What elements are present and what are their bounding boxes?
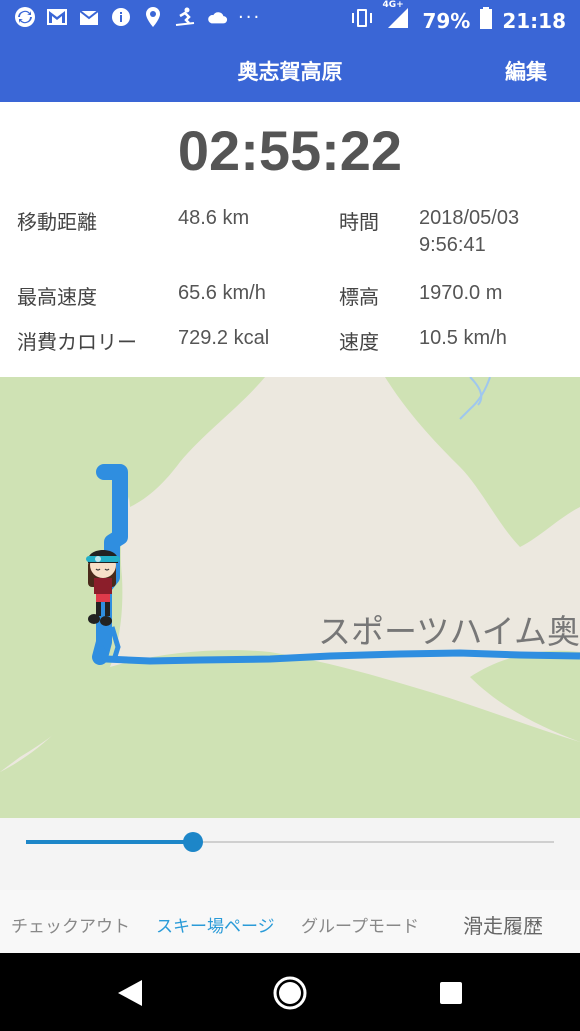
time-value-clock: 9:56:41 — [419, 234, 486, 256]
calories-label: 消費カロリー — [17, 330, 137, 354]
location-icon — [142, 6, 164, 28]
calories-value: 729.2 kcal — [178, 327, 270, 349]
track-map[interactable] — [0, 377, 580, 818]
distance-value: 48.6 km — [178, 207, 250, 229]
max-speed-value: 65.6 km/h — [178, 282, 266, 304]
system-nav-bar — [0, 953, 580, 1031]
tab-group-mode[interactable]: グループモード — [301, 912, 419, 937]
mail-icon — [78, 6, 100, 28]
map-canvas — [0, 377, 580, 818]
recents-icon[interactable] — [433, 975, 469, 1011]
max-speed-label: 最高速度 — [17, 285, 97, 309]
map-forest-area — [385, 377, 580, 547]
playback-slider-thumb[interactable] — [183, 832, 203, 852]
distance-label: 移動距離 — [17, 210, 97, 234]
ski-icon — [174, 6, 196, 28]
tab-ski-history[interactable]: 滑走履歴 — [463, 910, 543, 939]
time-value-date: 2018/05/03 — [419, 207, 520, 229]
altitude-label: 標高 — [339, 285, 379, 309]
elapsed-timer: 02:55:22 — [177, 119, 403, 182]
vibrate-icon — [350, 7, 374, 34]
battery-percent: 79% — [422, 8, 471, 33]
cloud-icon — [206, 6, 228, 28]
playback-slider-area — [0, 818, 580, 890]
home-icon[interactable] — [272, 975, 308, 1011]
network-type: 4G+ — [382, 0, 404, 10]
bottom-tab-bar: チェックアウト スキー場ページ グループモード 滑走履歴 — [0, 890, 580, 953]
page-title: 奥志賀高原 — [237, 60, 343, 84]
speed-label: 速度 — [339, 330, 379, 354]
gmail-icon — [46, 6, 68, 28]
playback-slider-fill — [26, 840, 193, 844]
map-forest-area — [118, 377, 265, 507]
speed-value: 10.5 km/h — [419, 327, 507, 349]
altitude-value: 1970.0 m — [419, 282, 503, 304]
status-bar: ··· 4G+ 79% 21:18 — [0, 0, 580, 38]
back-icon[interactable] — [112, 975, 148, 1011]
playback-slider-track[interactable] — [26, 832, 554, 852]
map-place-label: スポーツハイム奥 — [318, 612, 580, 651]
signal-icon: 4G+ — [382, 0, 412, 35]
sync-icon — [14, 6, 36, 28]
battery-icon — [480, 7, 493, 34]
time-label: 時間 — [339, 210, 379, 234]
clock: 21:18 — [502, 8, 566, 33]
tab-ski-resort-page[interactable]: スキー場ページ — [156, 912, 275, 937]
overflow-dots: ··· — [238, 6, 262, 28]
app-bar: 奥志賀高原 編集 — [0, 38, 580, 102]
info-icon — [110, 6, 132, 28]
edit-button[interactable]: 編集 — [505, 56, 547, 86]
tab-checkout[interactable]: チェックアウト — [11, 912, 130, 937]
